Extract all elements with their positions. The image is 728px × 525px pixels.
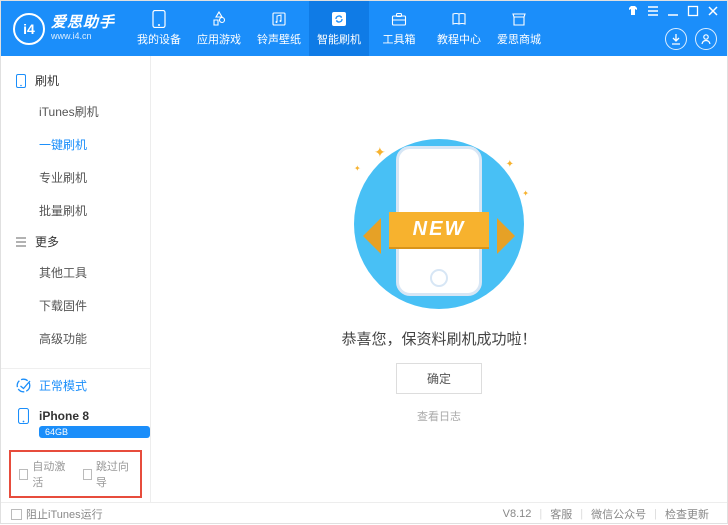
success-message: 恭喜您，保资料刷机成功啦！	[341, 328, 536, 349]
checkbox-label: 阻止iTunes运行	[26, 506, 103, 522]
maximize-icon[interactable]	[687, 5, 699, 17]
version-label: V8.12	[495, 508, 540, 520]
star-icon: ✦	[522, 189, 529, 198]
music-icon	[270, 10, 288, 28]
mode-label: 正常模式	[39, 377, 87, 394]
close-icon[interactable]	[707, 5, 719, 17]
storage-badge: 64GB	[39, 426, 150, 438]
mode-row[interactable]: 正常模式	[1, 368, 150, 402]
skip-guide-checkbox[interactable]: 跳过向导	[83, 458, 133, 490]
nav-label: 智能刷机	[317, 31, 361, 47]
sidebar-group-label: 刷机	[35, 72, 59, 89]
download-button[interactable]	[665, 28, 687, 50]
logo-text: 爱思助手 www.i4.cn	[51, 15, 115, 41]
skin-icon[interactable]	[627, 5, 639, 17]
new-ribbon: NEW	[334, 204, 544, 254]
block-itunes-checkbox[interactable]: 阻止iTunes运行	[11, 506, 103, 522]
nav-label: 爱思商城	[497, 31, 541, 47]
minimize-icon[interactable]	[667, 5, 679, 17]
phone-icon	[150, 10, 168, 28]
nav-label: 教程中心	[437, 31, 481, 47]
star-icon: ✦	[354, 164, 361, 173]
store-icon	[510, 10, 528, 28]
checkbox-icon	[83, 469, 92, 480]
star-icon: ✦	[506, 159, 514, 170]
logo-icon: i4	[13, 13, 45, 45]
phone-small-icon	[15, 408, 31, 424]
view-log-link[interactable]: 查看日志	[417, 408, 461, 424]
nav-label: 我的设备	[137, 31, 181, 47]
main-content: ✦ ✦ ✦ ✦ NEW 恭喜您，保资料刷机成功啦！ 确定 查看日志	[151, 56, 727, 502]
status-bar: 阻止iTunes运行 V8.12 | 客服 | 微信公众号 | 检查更新	[1, 502, 727, 525]
user-button[interactable]	[695, 28, 717, 50]
sidebar-group-label: 更多	[35, 233, 59, 250]
device-name: iPhone 8	[39, 409, 89, 423]
toolbox-icon	[390, 10, 408, 28]
sidebar-item-other-tools[interactable]: 其他工具	[1, 256, 150, 289]
check-update-link[interactable]: 检查更新	[657, 506, 717, 522]
nav-label: 工具箱	[383, 31, 416, 47]
sidebar-item-itunes-flash[interactable]: iTunes刷机	[1, 95, 150, 128]
ribbon-text: NEW	[389, 212, 490, 247]
highlighted-options: 自动激活 跳过向导	[9, 450, 142, 498]
app-body: 刷机 iTunes刷机 一键刷机 专业刷机 批量刷机 更多 其他工具 下载固件 …	[1, 56, 727, 502]
app-subtitle: www.i4.cn	[51, 32, 115, 42]
checkbox-label: 跳过向导	[96, 458, 132, 490]
sidebar-item-pro-flash[interactable]: 专业刷机	[1, 161, 150, 194]
app-header: i4 爱思助手 www.i4.cn 我的设备 应用游戏 铃声壁纸 智能刷机 工具…	[1, 1, 727, 56]
main-nav: 我的设备 应用游戏 铃声壁纸 智能刷机 工具箱 教程中心 爱思商城	[129, 1, 549, 56]
app-title: 爱思助手	[51, 15, 115, 32]
checkbox-label: 自动激活	[32, 458, 68, 490]
auto-activate-checkbox[interactable]: 自动激活	[19, 458, 69, 490]
nav-label: 应用游戏	[197, 31, 241, 47]
nav-apps[interactable]: 应用游戏	[189, 1, 249, 56]
device-row[interactable]: iPhone 8	[1, 402, 150, 426]
sidebar-group-flash[interactable]: 刷机	[1, 66, 150, 95]
sidebar-item-batch-flash[interactable]: 批量刷机	[1, 194, 150, 227]
nav-store[interactable]: 爱思商城	[489, 1, 549, 56]
mode-icon	[15, 378, 31, 394]
sidebar-item-advanced[interactable]: 高级功能	[1, 322, 150, 355]
nav-ringtones[interactable]: 铃声壁纸	[249, 1, 309, 56]
nav-flash[interactable]: 智能刷机	[309, 1, 369, 56]
sidebar-group-more[interactable]: 更多	[1, 227, 150, 256]
menu-icon[interactable]	[647, 5, 659, 17]
checkbox-icon	[19, 469, 28, 480]
list-icon	[15, 237, 27, 247]
refresh-icon	[330, 10, 348, 28]
nav-tutorials[interactable]: 教程中心	[429, 1, 489, 56]
apps-icon	[210, 10, 228, 28]
header-actions	[665, 28, 717, 50]
device-icon	[15, 74, 27, 88]
star-icon: ✦	[374, 144, 386, 161]
success-illustration: ✦ ✦ ✦ ✦ NEW	[334, 134, 544, 314]
sidebar-item-download-firmware[interactable]: 下载固件	[1, 289, 150, 322]
sidebar-item-oneclick-flash[interactable]: 一键刷机	[1, 128, 150, 161]
nav-my-device[interactable]: 我的设备	[129, 1, 189, 56]
logo[interactable]: i4 爱思助手 www.i4.cn	[1, 1, 129, 56]
support-link[interactable]: 客服	[542, 506, 580, 522]
nav-label: 铃声壁纸	[257, 31, 301, 47]
sidebar: 刷机 iTunes刷机 一键刷机 专业刷机 批量刷机 更多 其他工具 下载固件 …	[1, 56, 151, 502]
window-controls	[627, 5, 719, 17]
ok-button[interactable]: 确定	[396, 363, 482, 394]
nav-toolbox[interactable]: 工具箱	[369, 1, 429, 56]
checkbox-icon	[11, 509, 22, 520]
book-icon	[450, 10, 468, 28]
wechat-link[interactable]: 微信公众号	[583, 506, 654, 522]
